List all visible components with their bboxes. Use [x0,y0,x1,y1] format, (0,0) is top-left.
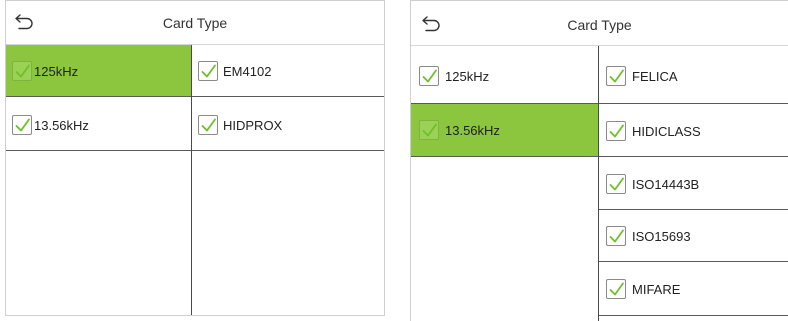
card-type-row-felica[interactable]: FELICA [599,46,788,104]
card-type-label: ISO15693 [632,229,691,244]
header: Card Type [411,1,788,46]
checkbox[interactable] [606,121,626,141]
page-title: Card Type [162,15,228,31]
checkbox[interactable] [419,66,439,86]
frequency-label: 13.56kHz [34,118,89,133]
frequency-row-13-56khz[interactable]: 13.56kHz [411,104,598,157]
frequency-label: 125kHz [34,64,79,79]
checkbox[interactable] [198,61,218,81]
checkmark-icon [422,123,437,137]
checkmark-icon [609,124,624,138]
checkmark-icon [201,118,216,132]
card-type-screen-left: Card Type 125kHz 13.56kHz EM4102 HIDPROX [5,0,385,316]
card-type-label: EM4102 [223,64,272,79]
checkmark-icon [15,118,30,132]
checkmark-icon [609,69,624,83]
card-type-label: HIDPROX [223,118,283,133]
checkbox[interactable] [606,279,626,299]
card-type-list: FELICA HIDICLASS ISO14443B ISO15693 MIFA… [599,46,788,321]
checkbox[interactable] [606,226,626,246]
checkmark-icon [609,229,624,243]
card-type-list: EM4102 HIDPROX [192,45,384,315]
checkmark-icon [609,282,624,296]
card-type-label: ISO14443B [632,177,700,192]
card-type-row-hidiclass[interactable]: HIDICLASS [599,104,788,157]
card-type-row-iso15693[interactable]: ISO15693 [599,210,788,262]
checkbox[interactable] [12,115,32,135]
card-type-label: MIFARE [632,282,681,297]
checkbox[interactable] [419,120,439,140]
checkbox[interactable] [12,61,32,81]
checkmark-icon [609,177,624,191]
card-type-label: HIDICLASS [632,124,701,139]
checkbox[interactable] [606,66,626,86]
card-type-row-hidprox[interactable]: HIDPROX [192,97,384,151]
card-type-label: FELICA [632,69,678,84]
checkmark-icon [201,64,216,78]
checkmark-icon [422,69,437,83]
card-type-row-mifare[interactable]: MIFARE [599,262,788,316]
card-type-row-em4102[interactable]: EM4102 [192,45,384,97]
frequency-row-13-56khz[interactable]: 13.56kHz [6,97,191,151]
frequency-row-125khz[interactable]: 125kHz [411,46,598,104]
frequency-label: 13.56kHz [445,123,500,138]
frequency-row-125khz[interactable]: 125kHz [6,45,191,97]
frequency-list: 125kHz 13.56kHz [6,45,191,315]
card-type-screen-right: Card Type 125kHz 13.56kHz FELICA HIDICLA… [410,0,788,321]
checkbox[interactable] [198,115,218,135]
frequency-list: 125kHz 13.56kHz [411,46,598,321]
header: Card Type [6,1,384,45]
frequency-label: 125kHz [445,69,490,84]
checkbox[interactable] [606,174,626,194]
card-type-row-iso14443b[interactable]: ISO14443B [599,157,788,210]
page-title: Card Type [567,17,632,33]
checkmark-icon [15,64,30,78]
